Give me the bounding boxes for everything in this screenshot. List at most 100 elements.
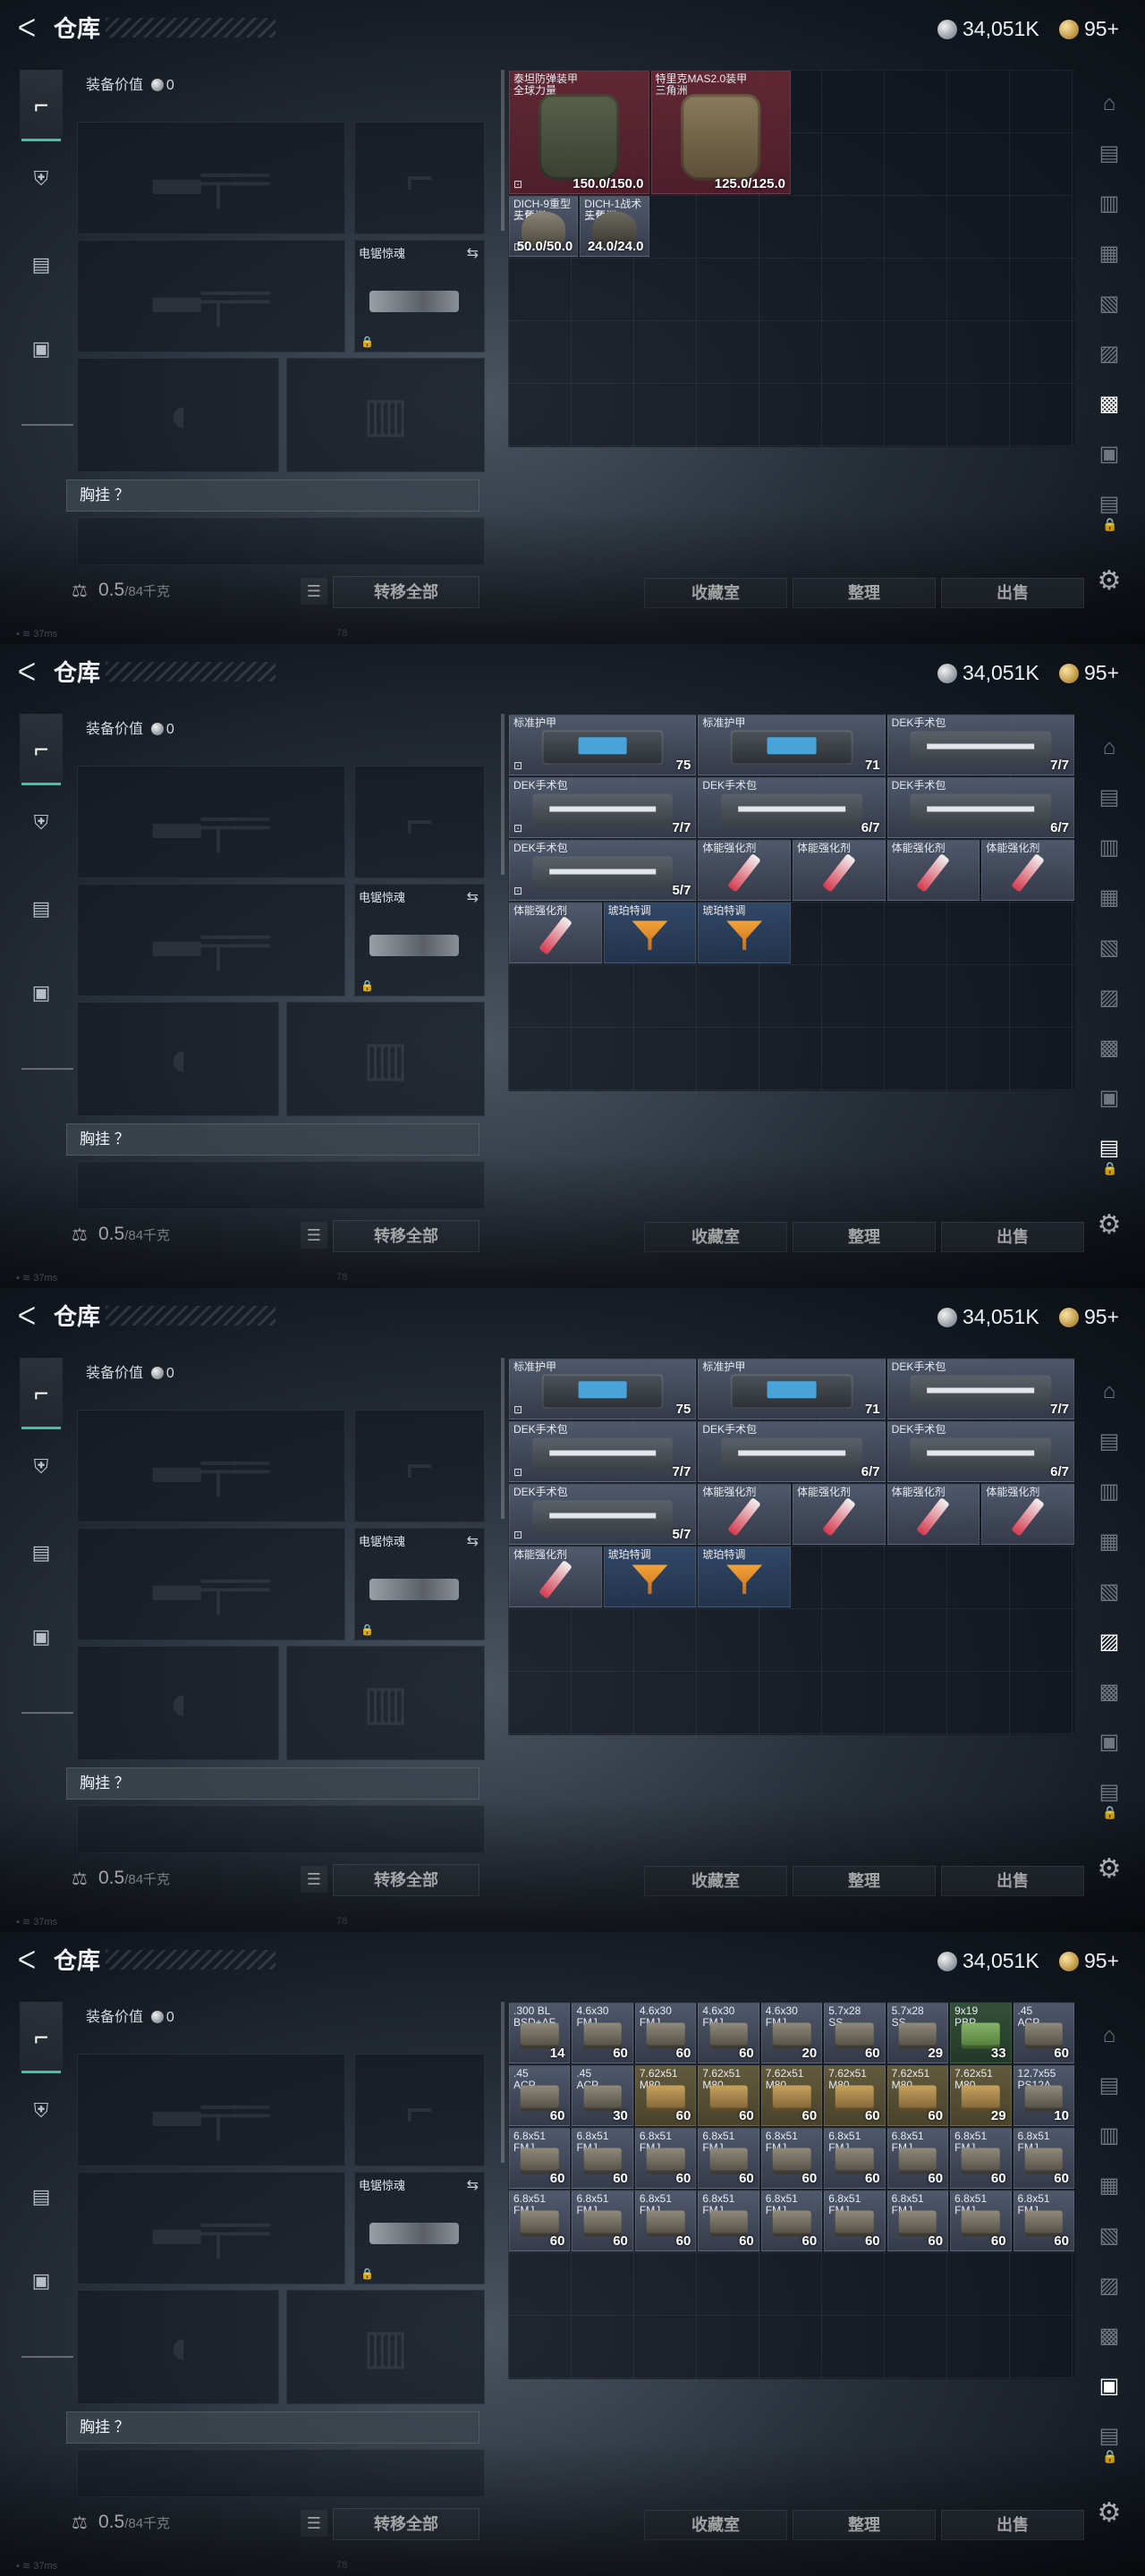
warehouse-page-8-icon[interactable]: ▣ bbox=[1091, 1724, 1127, 1760]
warehouse-grid[interactable]: 泰坦防弹装甲 全球力量 ⊡ 150.0/150.0 特里克MAS2.0装甲 三角洲 125.… bbox=[501, 70, 1075, 447]
inventory-item[interactable]: 5.7x28SS29 bbox=[886, 2003, 949, 2063]
inventory-item[interactable]: 12.7x55PS12A10 bbox=[1013, 2065, 1074, 2126]
collection-button[interactable]: 收藏室 bbox=[644, 578, 787, 608]
back-arrow-icon[interactable]: ᐸ bbox=[11, 1301, 43, 1333]
inventory-item[interactable]: DICH-9重型头盔三角洲⊡50.0/50.0 bbox=[509, 196, 579, 257]
warehouse-grid[interactable]: .300 BLBSD+AF144.6x30FMJ604.6x30FMJ604.6… bbox=[501, 2002, 1075, 2379]
body-armor-slot[interactable]: ▥ bbox=[286, 358, 485, 472]
pistol-slot[interactable]: ⌐ bbox=[354, 122, 485, 234]
inventory-item[interactable]: 特里克MAS2.0装甲 三角洲 125.0/125.0 bbox=[650, 71, 791, 194]
swap-icon[interactable]: ⇆ bbox=[467, 244, 479, 262]
inventory-item[interactable]: DEK手术包 ⊡ 7/7 bbox=[509, 777, 697, 838]
warehouse-page-5-icon[interactable]: ▧ bbox=[1091, 930, 1127, 966]
chest-rig-slot[interactable]: 胸挂 ？ bbox=[66, 1767, 479, 1800]
sell-button[interactable]: 出售 bbox=[941, 578, 1084, 608]
pistol-slot[interactable]: ⌐ bbox=[354, 766, 485, 878]
inventory-item[interactable]: 7.62x51M8060 bbox=[634, 2065, 697, 2126]
inventory-item[interactable]: 体能强化剂 bbox=[981, 1484, 1074, 1545]
warehouse-page-8-icon[interactable]: ▣ bbox=[1091, 436, 1127, 472]
nav-armor-tab[interactable]: ⛨ bbox=[20, 2075, 63, 2147]
inventory-item[interactable]: 标准护甲 71 bbox=[698, 715, 886, 775]
nav-weapons-tab[interactable]: ⌐ bbox=[20, 1358, 63, 1429]
inventory-item[interactable]: DEK手术包 7/7 bbox=[886, 1359, 1074, 1419]
warehouse-page-4-icon[interactable]: ▦ bbox=[1091, 1524, 1127, 1560]
list-icon[interactable]: ☰ bbox=[301, 1866, 327, 1893]
inventory-item[interactable]: 6.8x51FMJ60 bbox=[824, 2128, 886, 2189]
warehouse-page-7-icon[interactable]: ▩ bbox=[1091, 2318, 1127, 2354]
inventory-item[interactable]: 4.6x30FMJ60 bbox=[698, 2003, 759, 2063]
inventory-item[interactable]: 6.8x51FMJ60 bbox=[886, 2128, 949, 2189]
inventory-item[interactable]: 6.8x51FMJ60 bbox=[760, 2128, 823, 2189]
nav-case-tab[interactable]: ▣ bbox=[20, 1601, 63, 1673]
primary-weapon-slot[interactable]: ▬╤═ bbox=[77, 2054, 345, 2166]
warehouse-page-4-icon[interactable]: ▦ bbox=[1091, 880, 1127, 916]
warehouse-page-1-icon[interactable]: ⌂ bbox=[1091, 1374, 1127, 1410]
inventory-item[interactable]: 6.8x51FMJ60 bbox=[1013, 2190, 1074, 2251]
inventory-item[interactable]: 标准护甲 ⊡ 75 bbox=[509, 715, 697, 775]
inventory-item[interactable]: 4.6x30FMJ60 bbox=[572, 2003, 633, 2063]
inventory-item[interactable]: DEK手术包 ⊡ 7/7 bbox=[509, 1421, 697, 1482]
inventory-item[interactable]: 6.8x51FMJ60 bbox=[698, 2190, 759, 2251]
warehouse-page-5-icon[interactable]: ▧ bbox=[1091, 2218, 1127, 2254]
sort-button[interactable]: 整理 bbox=[793, 1222, 936, 1252]
primary-weapon-slot[interactable]: ▬╤═ bbox=[77, 122, 345, 234]
nav-weapons-tab[interactable]: ⌐ bbox=[20, 70, 63, 141]
list-icon[interactable]: ☰ bbox=[301, 1222, 327, 1249]
helmet-slot[interactable]: ◖ bbox=[77, 358, 279, 472]
sell-button[interactable]: 出售 bbox=[941, 1866, 1084, 1896]
transfer-all-button[interactable]: 转移全部 bbox=[333, 1220, 479, 1252]
warehouse-page-1-icon[interactable]: ⌂ bbox=[1091, 2018, 1127, 2054]
inventory-item[interactable]: 琥珀特调 bbox=[698, 1546, 791, 1607]
inventory-item[interactable]: 标准护甲 71 bbox=[698, 1359, 886, 1419]
inventory-item[interactable]: 体能强化剂 bbox=[698, 1484, 791, 1545]
warehouse-page-3-icon[interactable]: ▥ bbox=[1091, 830, 1127, 866]
warehouse-page-1-icon[interactable]: ⌂ bbox=[1091, 730, 1127, 766]
warehouse-page-4-icon[interactable]: ▦ bbox=[1091, 236, 1127, 272]
collection-button[interactable]: 收藏室 bbox=[644, 1222, 787, 1252]
inventory-item[interactable]: .45ACP30 bbox=[572, 2065, 633, 2126]
inventory-item[interactable]: 体能强化剂 bbox=[793, 840, 886, 901]
secondary-weapon-slot[interactable]: ▬╤═ bbox=[77, 2172, 345, 2284]
inventory-item[interactable]: DEK手术包 6/7 bbox=[698, 777, 886, 838]
gear-icon[interactable]: ⚙ bbox=[1093, 1209, 1125, 1241]
back-arrow-icon[interactable]: ᐸ bbox=[11, 657, 43, 689]
warehouse-page-6-icon[interactable]: ▨ bbox=[1091, 980, 1127, 1016]
transfer-all-button[interactable]: 转移全部 bbox=[333, 2508, 479, 2540]
grid-scrollbar[interactable] bbox=[501, 2002, 505, 2163]
body-armor-slot[interactable]: ▥ bbox=[286, 2290, 485, 2404]
chest-rig-slot[interactable]: 胸挂 ？ bbox=[66, 1123, 479, 1156]
sell-button[interactable]: 出售 bbox=[941, 2510, 1084, 2540]
inventory-item[interactable]: 4.6x30FMJ20 bbox=[760, 2003, 823, 2063]
warehouse-page-6-icon[interactable]: ▨ bbox=[1091, 2268, 1127, 2304]
pistol-slot[interactable]: ⌐ bbox=[354, 2054, 485, 2166]
sort-button[interactable]: 整理 bbox=[793, 2510, 936, 2540]
warehouse-page-7-icon[interactable]: ▩ bbox=[1091, 1674, 1127, 1710]
pistol-slot[interactable]: ⌐ bbox=[354, 1410, 485, 1522]
melee-slot[interactable]: 电锯惊魂 ⇆ 🔒 bbox=[354, 2172, 485, 2284]
inventory-item[interactable]: 6.8x51FMJ60 bbox=[509, 2128, 571, 2189]
inventory-item[interactable]: 4.6x30FMJ60 bbox=[634, 2003, 697, 2063]
gear-icon[interactable]: ⚙ bbox=[1093, 565, 1125, 597]
warehouse-page-7-icon[interactable]: ▩ bbox=[1091, 1030, 1127, 1066]
inventory-item[interactable]: 7.62x51M8060 bbox=[760, 2065, 823, 2126]
inventory-item[interactable]: 6.8x51FMJ60 bbox=[572, 2190, 633, 2251]
nav-case-tab[interactable]: ▣ bbox=[20, 313, 63, 385]
chest-rig-slot[interactable]: 胸挂 ？ bbox=[66, 479, 479, 512]
nav-backpack-tab[interactable]: ▤ bbox=[20, 229, 63, 301]
currency-gold[interactable]: 95+ bbox=[1059, 657, 1119, 689]
melee-slot[interactable]: 电锯惊魂 ⇆ 🔒 bbox=[354, 884, 485, 996]
body-armor-slot[interactable]: ▥ bbox=[286, 1002, 485, 1116]
nav-backpack-tab[interactable]: ▤ bbox=[20, 873, 63, 945]
inventory-item[interactable]: DEK手术包 6/7 bbox=[698, 1421, 886, 1482]
inventory-item[interactable]: 6.8x51FMJ60 bbox=[886, 2190, 949, 2251]
collection-button[interactable]: 收藏室 bbox=[644, 1866, 787, 1896]
inventory-item[interactable]: 7.62x51M8029 bbox=[950, 2065, 1012, 2126]
inventory-item[interactable]: DEK手术包 7/7 bbox=[886, 715, 1074, 775]
primary-weapon-slot[interactable]: ▬╤═ bbox=[77, 766, 345, 878]
transfer-all-button[interactable]: 转移全部 bbox=[333, 576, 479, 608]
warehouse-page-3-icon[interactable]: ▥ bbox=[1091, 2118, 1127, 2154]
inventory-item[interactable]: 6.8x51FMJ60 bbox=[950, 2190, 1012, 2251]
nav-armor-tab[interactable]: ⛨ bbox=[20, 787, 63, 859]
warehouse-page-6-icon[interactable]: ▨ bbox=[1091, 336, 1127, 372]
inventory-item[interactable]: 6.8x51FMJ60 bbox=[634, 2190, 697, 2251]
